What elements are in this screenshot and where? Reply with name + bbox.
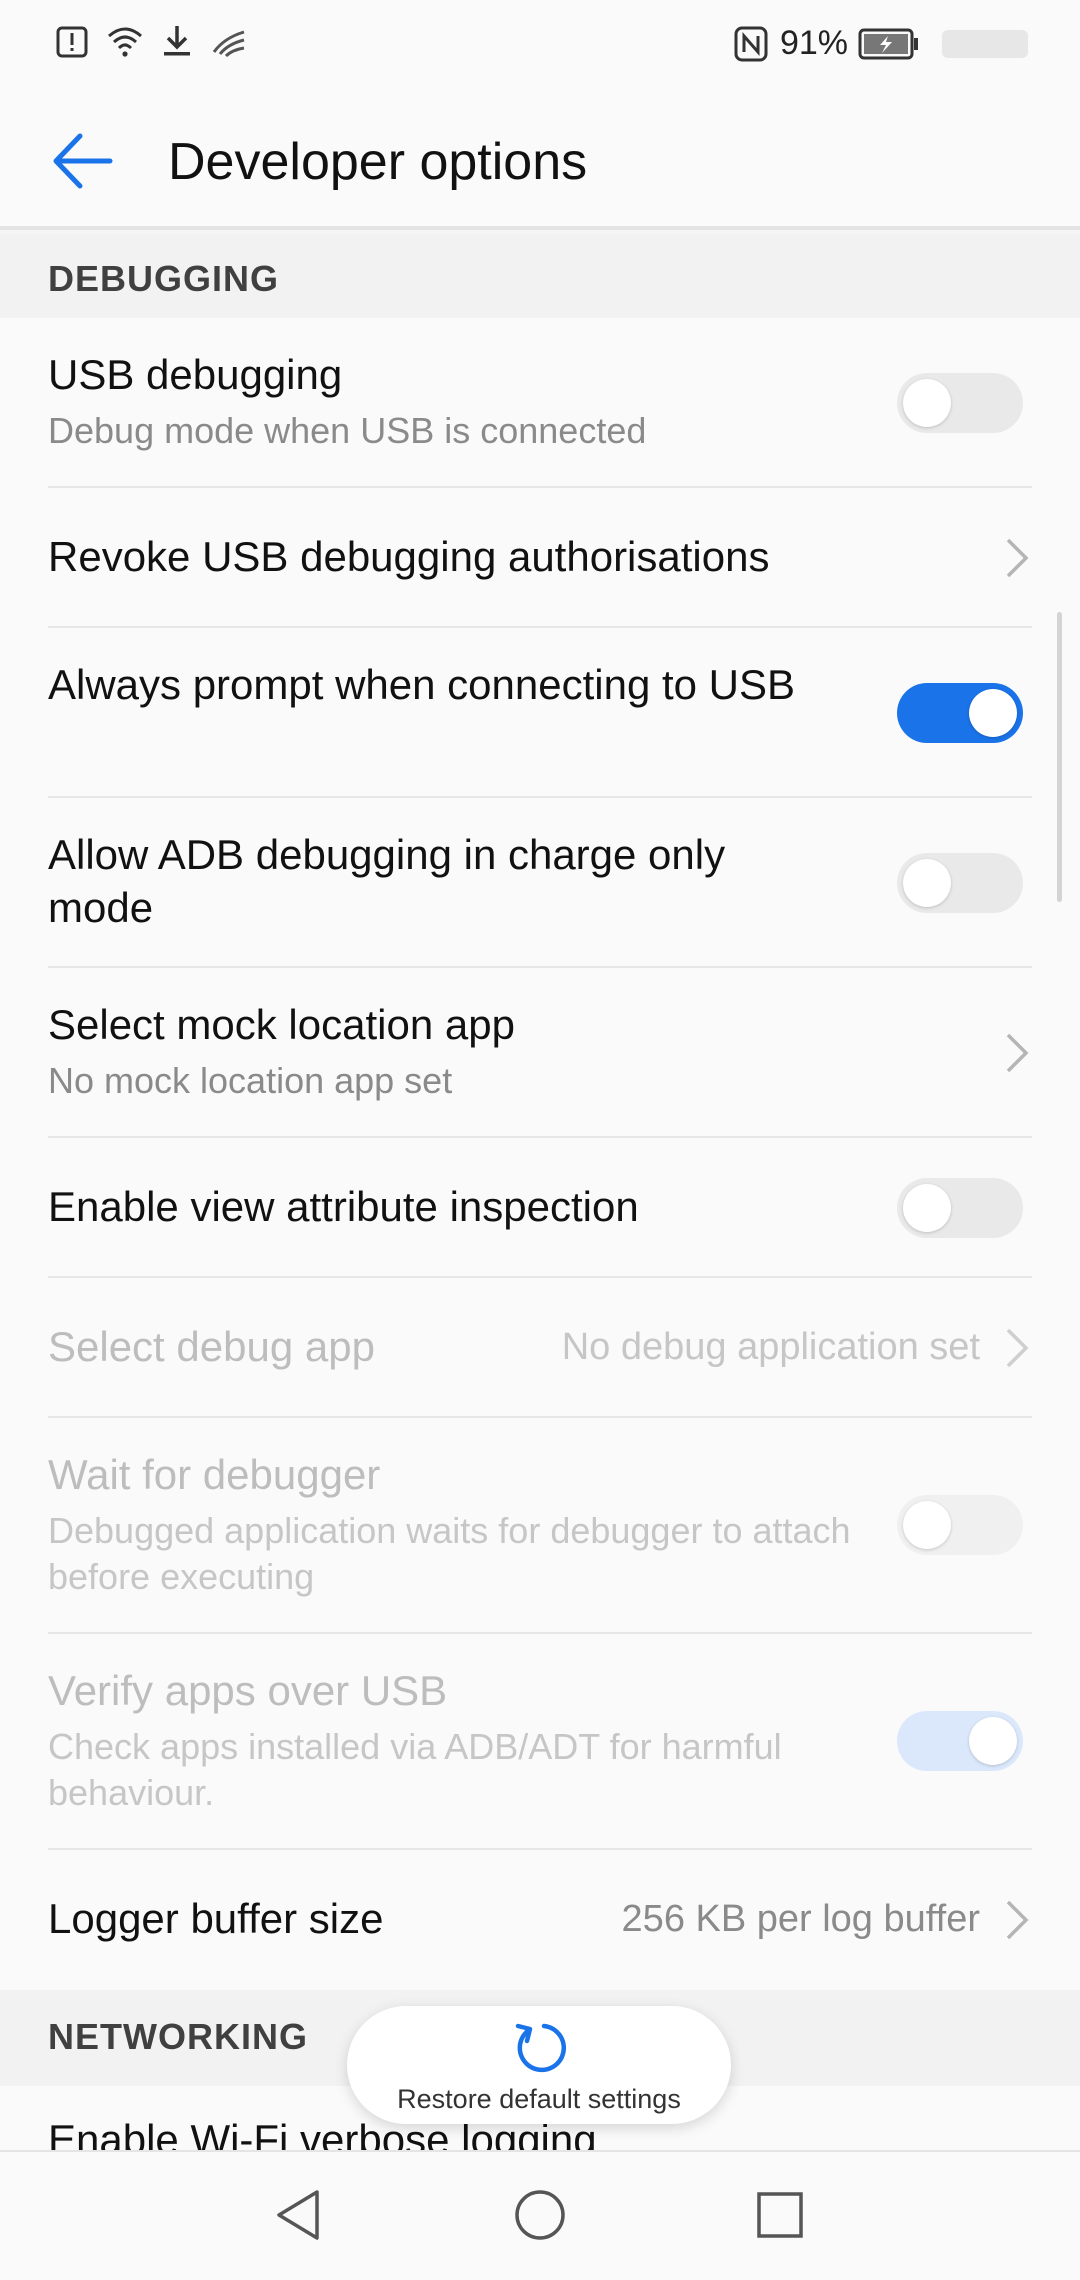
section-header-debugging: DEBUGGING xyxy=(0,234,1080,318)
view-attribute-toggle[interactable] xyxy=(897,1178,1023,1238)
toggle-knob xyxy=(903,859,951,907)
alert-icon xyxy=(56,26,88,58)
back-arrow-icon[interactable] xyxy=(48,126,118,196)
scroll-indicator[interactable] xyxy=(1057,612,1062,902)
setting-view-attribute-inspection[interactable]: Enable view attribute inspection xyxy=(0,1138,1080,1278)
setting-title: Enable view attribute inspection xyxy=(48,1183,639,1230)
restore-default-settings-button[interactable]: Restore default settings xyxy=(347,2006,731,2124)
setting-wait-for-debugger: Wait for debugger Debugged application w… xyxy=(0,1418,1080,1634)
verify-apps-toggle xyxy=(897,1711,1023,1771)
setting-title: Wait for debugger xyxy=(48,1451,381,1498)
setting-title: Select mock location app xyxy=(48,1001,515,1048)
nfc-icon xyxy=(734,26,768,61)
allow-adb-toggle[interactable] xyxy=(897,853,1023,913)
page-title: Developer options xyxy=(168,133,588,191)
setting-title: Select debug app xyxy=(48,1323,375,1370)
chevron-right-icon xyxy=(1006,1328,1029,1368)
wait-for-debugger-toggle xyxy=(897,1495,1023,1555)
setting-value: No debug application set xyxy=(561,1326,980,1368)
setting-title: Allow ADB debugging in charge only mode xyxy=(48,831,726,931)
chevron-right-icon xyxy=(1006,1033,1029,1073)
toggle-knob xyxy=(903,1184,951,1232)
restore-label: Restore default settings xyxy=(397,2084,681,2114)
setting-logger-buffer-size[interactable]: Logger buffer size 256 KB per log buffer xyxy=(0,1850,1080,1990)
chevron-right-icon xyxy=(1006,1900,1029,1940)
toggle-knob xyxy=(969,1717,1017,1765)
setting-mock-location-app[interactable]: Select mock location app No mock locatio… xyxy=(0,968,1080,1138)
status-blurred-time xyxy=(942,29,1028,58)
setting-value: 256 KB per log buffer xyxy=(621,1898,980,1940)
setting-title: Revoke USB debugging authorisations xyxy=(48,533,770,580)
battery-percent: 91% xyxy=(779,24,848,62)
section-label: DEBUGGING xyxy=(48,258,280,299)
setting-select-debug-app: Select debug app No debug application se… xyxy=(0,1278,1080,1418)
setting-subtitle: Debugged application waits for debugger … xyxy=(48,1510,851,1597)
setting-title: USB debugging xyxy=(48,351,343,398)
setting-subtitle: Check apps installed via ADB/ADT for har… xyxy=(48,1726,782,1813)
section-label: NETWORKING xyxy=(48,2016,308,2057)
top-app-bar: Developer options xyxy=(0,92,1080,230)
setting-title: Verify apps over USB xyxy=(48,1667,448,1714)
download-icon xyxy=(164,26,190,56)
setting-verify-apps-usb: Verify apps over USB Check apps installe… xyxy=(0,1634,1080,1850)
always-prompt-toggle[interactable] xyxy=(897,683,1023,743)
nav-back-icon[interactable] xyxy=(265,2180,335,2250)
chevron-right-icon xyxy=(1006,538,1029,578)
nav-recents-icon[interactable] xyxy=(745,2180,815,2250)
status-icons-left xyxy=(54,22,248,60)
status-bar: 91% xyxy=(0,0,1080,92)
setting-allow-adb-charge-only[interactable]: Allow ADB debugging in charge only mode xyxy=(0,798,1080,968)
setting-revoke-usb-authorisations[interactable]: Revoke USB debugging authorisations xyxy=(0,488,1080,628)
setting-usb-debugging[interactable]: USB debugging Debug mode when USB is con… xyxy=(0,318,1080,488)
battery-charging-icon xyxy=(858,28,918,59)
toggle-knob xyxy=(903,379,951,427)
usb-debugging-toggle[interactable] xyxy=(897,373,1023,433)
setting-title: Logger buffer size xyxy=(48,1895,384,1942)
setting-subtitle: Debug mode when USB is connected xyxy=(48,410,647,451)
toggle-knob xyxy=(969,689,1017,737)
signal-icon xyxy=(212,30,245,58)
status-icons-right: 91% xyxy=(732,24,1028,63)
navigation-bar xyxy=(0,2150,1080,2280)
setting-subtitle: No mock location app set xyxy=(48,1060,453,1101)
settings-list: USB debugging Debug mode when USB is con… xyxy=(0,318,1080,1990)
toggle-knob xyxy=(903,1501,951,1549)
wifi-icon xyxy=(108,27,142,57)
setting-title: Always prompt when connecting to USB xyxy=(48,661,796,708)
setting-always-prompt-usb[interactable]: Always prompt when connecting to USB xyxy=(0,628,1080,798)
nav-home-icon[interactable] xyxy=(505,2180,575,2250)
restore-icon xyxy=(515,2023,566,2073)
